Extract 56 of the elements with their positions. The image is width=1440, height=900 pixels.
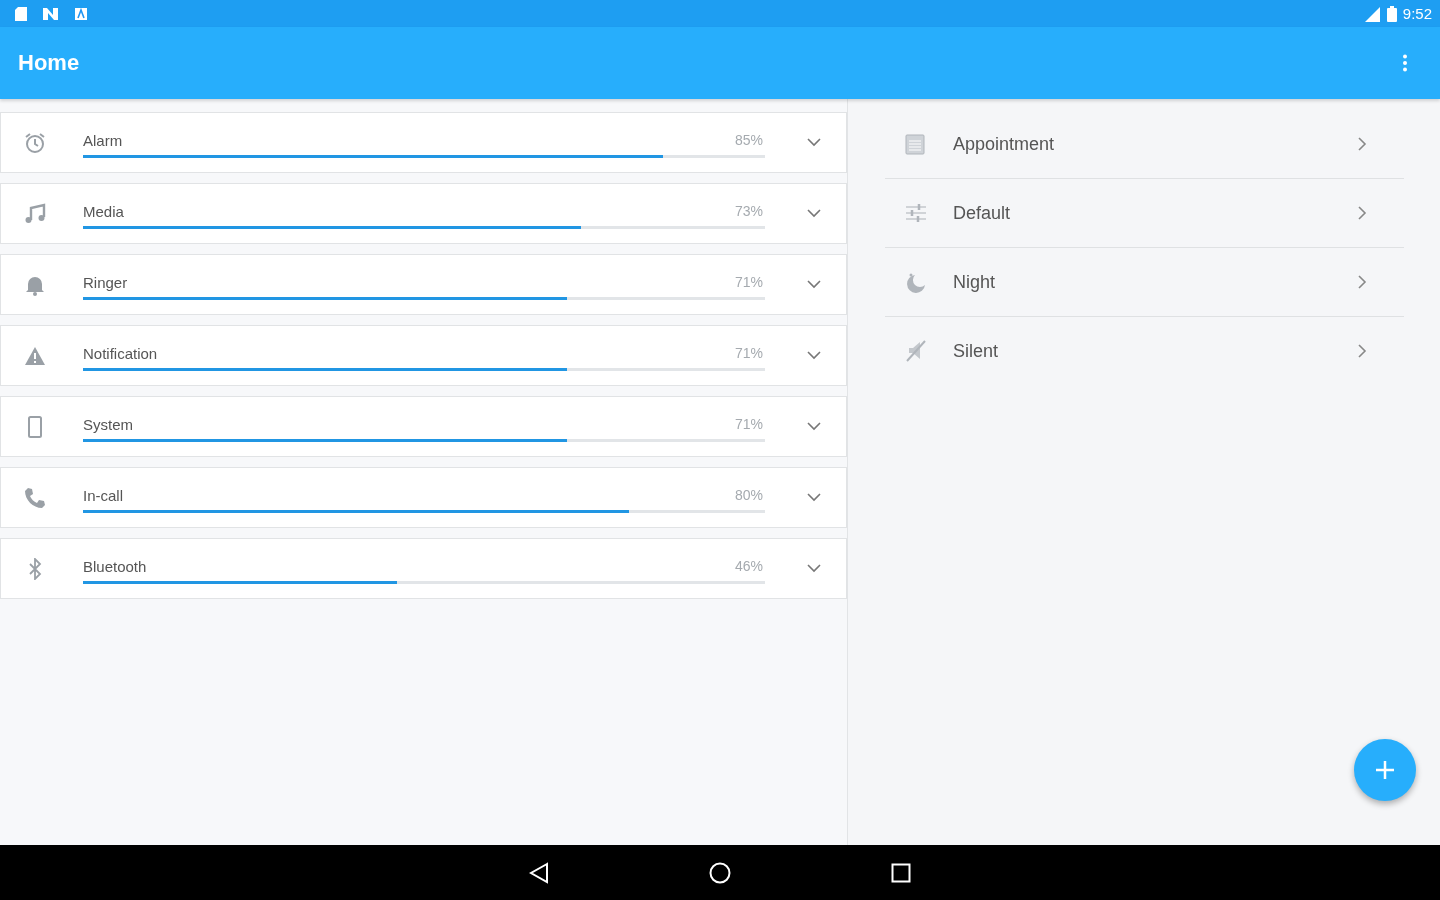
chevron-down-icon[interactable]: [807, 564, 821, 573]
volume-slider[interactable]: [83, 296, 765, 300]
profile-item[interactable]: Default: [885, 179, 1404, 248]
volume-slider[interactable]: [83, 509, 765, 513]
profile-item[interactable]: Silent: [885, 317, 1404, 385]
more-options-icon[interactable]: [1402, 54, 1408, 72]
chevron-down-icon[interactable]: [807, 138, 821, 147]
volume-percent: 80%: [734, 487, 764, 503]
chevron-right-icon: [1358, 275, 1367, 289]
chevron-down-icon[interactable]: [807, 280, 821, 289]
channel-name: Alarm: [83, 131, 123, 149]
channel-name: Bluetooth: [83, 557, 147, 575]
muted-speaker-icon: [905, 339, 927, 363]
chevron-down-icon[interactable]: [807, 493, 821, 502]
app-title: Home: [18, 50, 80, 76]
channel-name: Ringer: [83, 273, 128, 291]
volume-percent: 85%: [734, 132, 764, 148]
volume-slider[interactable]: [83, 367, 765, 371]
profile-item[interactable]: Appointment: [885, 110, 1404, 179]
channel-name: System: [83, 415, 133, 433]
chevron-right-icon: [1358, 344, 1367, 358]
recents-icon[interactable]: [891, 862, 911, 883]
channel-name: Notification: [83, 344, 158, 362]
sd-card-icon: [14, 5, 28, 22]
volume-slider[interactable]: [83, 438, 765, 442]
alarm-clock-icon: [24, 131, 46, 154]
volume-percent: 71%: [734, 274, 764, 290]
music-note-icon: [24, 202, 46, 225]
phone-device-icon: [28, 415, 42, 438]
back-icon[interactable]: [529, 861, 549, 884]
plus-icon: [1375, 760, 1395, 780]
chevron-right-icon: [1358, 137, 1367, 151]
phone-handset-icon: [24, 486, 46, 509]
volume-percent: 46%: [734, 558, 764, 574]
moon-icon: [905, 271, 927, 293]
n-logo-icon: [42, 6, 60, 21]
profile-item[interactable]: Night: [885, 248, 1404, 317]
chevron-right-icon: [1358, 206, 1367, 220]
volume-slider[interactable]: [83, 225, 765, 229]
sliders-icon: [905, 202, 927, 224]
channel-name: Media: [83, 202, 124, 220]
chevron-down-icon[interactable]: [807, 351, 821, 360]
volume-percent: 71%: [734, 345, 764, 361]
volume-percent: 73%: [734, 203, 764, 219]
calendar-icon: [905, 133, 925, 155]
channel-name: In-call: [83, 486, 123, 504]
chevron-down-icon[interactable]: [807, 209, 821, 218]
add-button[interactable]: [1354, 739, 1416, 801]
home-icon[interactable]: [709, 861, 731, 884]
volume-slider[interactable]: [83, 580, 765, 584]
volume-percent: 71%: [734, 416, 764, 432]
chevron-down-icon[interactable]: [807, 422, 821, 431]
warning-icon: [24, 345, 46, 366]
bluetooth-icon: [28, 557, 42, 580]
battery-icon: [1386, 5, 1397, 22]
clock-time: 9:52: [1402, 5, 1432, 22]
